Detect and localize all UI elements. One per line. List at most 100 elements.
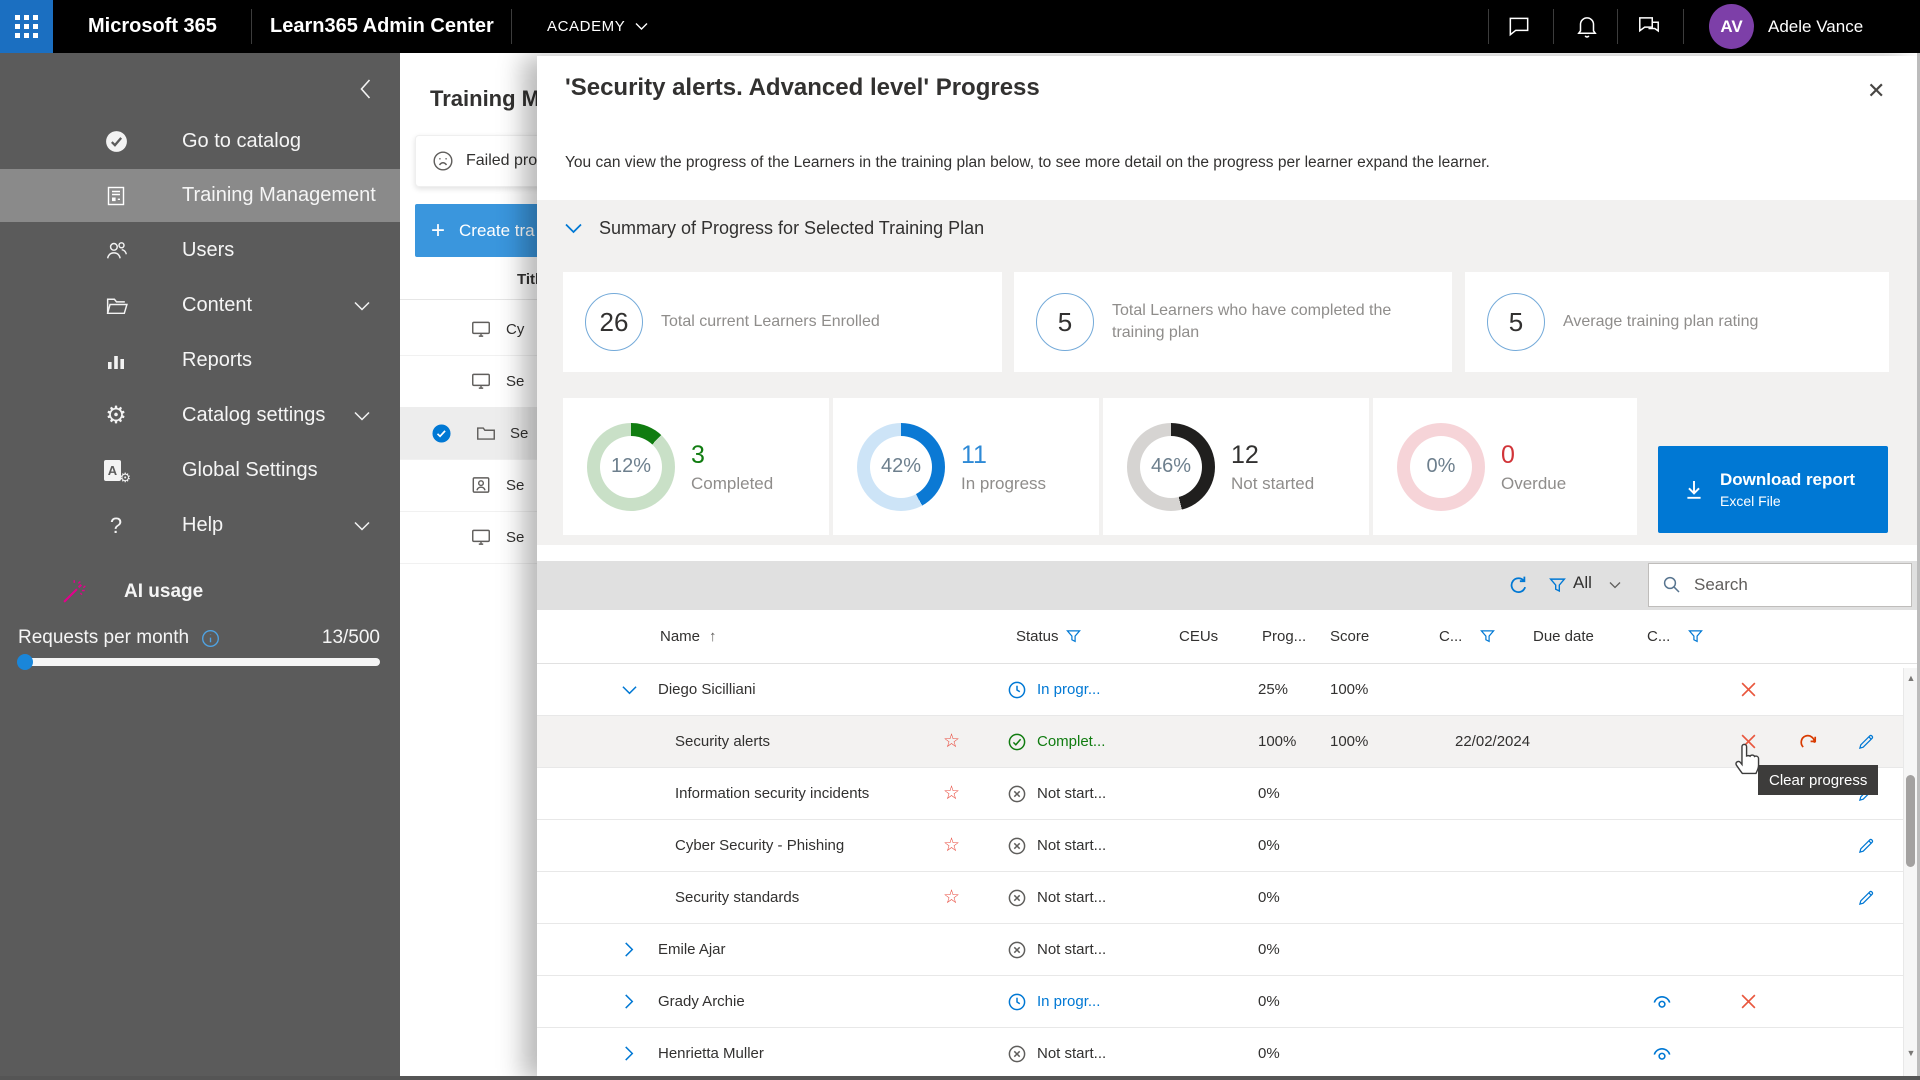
sidebar-item-ai-usage[interactable]: AI usage (0, 565, 400, 619)
favorite-star-icon[interactable]: ☆ (943, 872, 960, 923)
expand-row-chevron-icon[interactable] (624, 1028, 634, 1079)
scrollbar-thumb[interactable] (1906, 775, 1915, 867)
sidebar-item-help[interactable]: ? Help (0, 499, 400, 552)
column-header-name[interactable]: Name (660, 610, 700, 663)
column-header-score[interactable]: Score (1330, 610, 1369, 663)
column-header-status[interactable]: Status (1016, 610, 1059, 663)
brand-title[interactable]: Microsoft 365 (88, 0, 217, 53)
clear-progress-button[interactable] (1740, 976, 1757, 1027)
download-report-button[interactable]: Download report Excel File (1658, 446, 1888, 533)
sad-face-icon (432, 150, 454, 172)
monitor-icon (470, 370, 492, 392)
info-icon[interactable] (201, 629, 220, 648)
view-details-button[interactable] (1651, 1028, 1673, 1079)
favorite-star-icon[interactable]: ☆ (943, 716, 960, 767)
stat-value: 26 (585, 293, 643, 351)
window-border (0, 1076, 1920, 1080)
table-row-learner[interactable]: Grady Archie In progr... 0% (537, 976, 1917, 1028)
table-row-course[interactable]: Security standards ☆ Not start... 0% (537, 872, 1917, 924)
usage-label: Requests per month (18, 627, 190, 648)
filter-all-dropdown[interactable]: All (1573, 573, 1592, 593)
course-name: Security alerts (675, 733, 771, 750)
favorite-star-icon[interactable]: ☆ (943, 768, 960, 819)
edit-button[interactable] (1857, 716, 1876, 767)
donut-label: In progress (961, 473, 1047, 493)
clear-progress-tooltip: Clear progress (1758, 765, 1879, 795)
app-title[interactable]: Learn365 Admin Center (270, 0, 494, 53)
user-name[interactable]: Adele Vance (1768, 0, 1863, 53)
clear-progress-button[interactable] (1740, 716, 1757, 767)
search-input[interactable] (1692, 574, 1886, 596)
selected-check-icon[interactable] (431, 423, 452, 444)
table-row-course[interactable]: Cyber Security - Phishing ☆ Not start...… (537, 820, 1917, 872)
column-header-due-date[interactable]: Due date (1533, 610, 1594, 663)
table-row-learner[interactable]: Henrietta Muller Not start... 0% (537, 1028, 1917, 1080)
user-avatar[interactable]: AV (1709, 4, 1754, 49)
redo-arrow-icon (1800, 734, 1817, 748)
sidebar-item-users[interactable]: Users (0, 224, 400, 277)
column-header-title[interactable]: Titl (517, 271, 539, 288)
filter-icon[interactable] (1066, 610, 1081, 663)
filter-icon[interactable] (1480, 610, 1495, 663)
sidebar-item-label: Catalog settings (182, 404, 326, 426)
learner-name: Henrietta Muller (658, 1045, 764, 1062)
sort-ascending-icon[interactable]: ↑ (709, 610, 717, 663)
table-row-course[interactable]: Information security incidents ☆ Not sta… (537, 768, 1917, 820)
table-scrollbar[interactable]: ▲ ▼ (1903, 668, 1918, 1076)
filter-icon[interactable] (1688, 610, 1703, 663)
scroll-up-icon[interactable]: ▲ (1904, 673, 1918, 683)
magic-wand-icon (60, 578, 88, 606)
score-value: 100% (1330, 733, 1369, 750)
scroll-down-icon[interactable]: ▼ (1904, 1048, 1918, 1058)
avatar-initials: AV (1720, 16, 1743, 36)
donut-value: 11 (961, 440, 987, 469)
feedback-icon[interactable] (1636, 13, 1662, 39)
sidebar-item-content[interactable]: Content (0, 279, 400, 332)
column-header-c1[interactable]: C... (1439, 610, 1462, 663)
expand-row-chevron-icon[interactable] (624, 924, 634, 975)
app-launcher-button[interactable] (0, 0, 53, 53)
refresh-button[interactable] (1508, 575, 1529, 596)
column-header-progress[interactable]: Prog... (1262, 610, 1306, 663)
plus-icon: + (431, 216, 446, 244)
sidebar-item-label: Reports (182, 349, 253, 371)
clear-progress-button[interactable] (1740, 664, 1757, 715)
sidebar-item-go-to-catalog[interactable]: Go to catalog (0, 115, 400, 168)
stat-card-completed-learners: 5 Total Learners who have completed the … (1014, 272, 1452, 372)
close-icon[interactable]: ✕ (1867, 78, 1885, 104)
filter-icon[interactable] (1549, 577, 1566, 594)
summary-collapse-header[interactable]: Summary of Progress for Selected Trainin… (565, 218, 984, 239)
table-row-learner[interactable]: Diego Sicilliani In progr... 25% 100% (537, 664, 1917, 716)
collapse-row-chevron-icon[interactable] (622, 664, 637, 715)
sidebar-item-label: Global Settings (182, 459, 318, 481)
dialog-description: You can view the progress of the Learner… (565, 154, 1490, 171)
edit-button[interactable] (1857, 872, 1876, 923)
tenant-switcher[interactable]: ACADEMY (547, 0, 648, 53)
table-header-row: Name ↑ Status CEUs Prog... Score C... Du… (537, 610, 1917, 664)
chat-icon[interactable] (1506, 13, 1532, 39)
chevron-down-icon (565, 223, 582, 234)
table-row-course[interactable]: Security alerts ☆ Complet... 100% 100% 2… (537, 716, 1917, 768)
favorite-star-icon[interactable]: ☆ (943, 820, 960, 871)
sidebar-item-training-management[interactable]: Training Management (0, 169, 400, 222)
sidebar-item-catalog-settings[interactable]: ⚙ Catalog settings (0, 389, 400, 442)
column-header-c2[interactable]: C... (1647, 610, 1670, 663)
column-header-ceus[interactable]: CEUs (1179, 610, 1218, 663)
eye-icon (1653, 995, 1671, 1008)
x-circle-icon (1008, 941, 1026, 958)
sidebar-item-reports[interactable]: Reports (0, 334, 400, 387)
course-name: Cyber Security - Phishing (675, 837, 845, 854)
view-details-button[interactable] (1651, 976, 1673, 1027)
sidebar-item-global-settings[interactable]: A ⚙ Global Settings (0, 444, 400, 497)
download-button-label: Download report (1720, 470, 1856, 489)
expand-row-chevron-icon[interactable] (624, 976, 634, 1027)
reset-progress-button[interactable] (1799, 716, 1819, 767)
notifications-bell-icon[interactable] (1574, 13, 1600, 39)
collapse-nav-button[interactable] (358, 77, 372, 101)
edit-button[interactable] (1857, 820, 1876, 871)
table-row-learner[interactable]: Emile Ajar Not start... 0% (537, 924, 1917, 976)
status-label: Not start... (1037, 941, 1107, 958)
chevron-down-icon (635, 23, 648, 30)
progress-value: 100% (1258, 733, 1297, 750)
clock-icon (1008, 993, 1026, 1010)
